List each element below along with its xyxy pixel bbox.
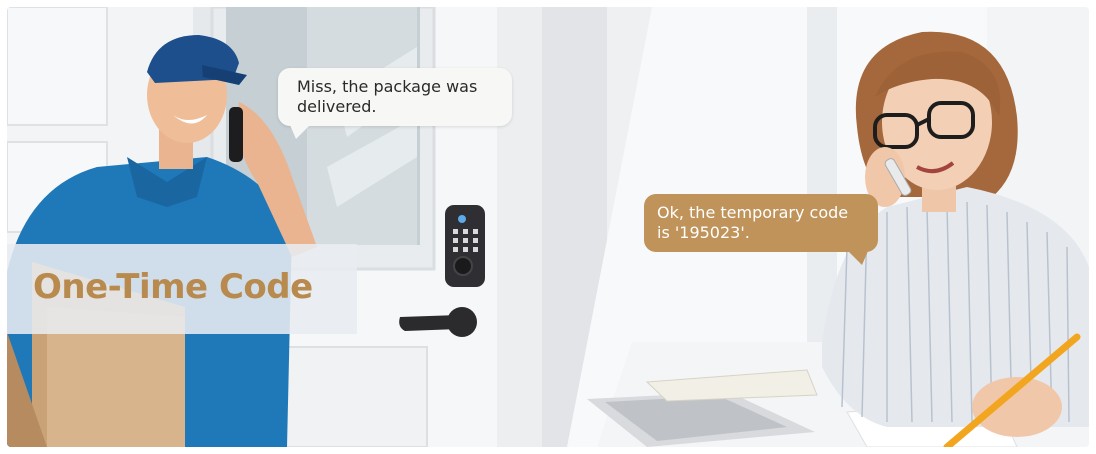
banner-frame: One-Time Code Miss, the package was deli…: [7, 7, 1089, 447]
bubble-tail: [848, 251, 868, 265]
bubble-resident-text: Ok, the temporary code is '195023'.: [657, 203, 849, 242]
speech-bubble-courier: Miss, the package was delivered.: [278, 68, 512, 139]
scene-illustration: [7, 7, 1089, 447]
wall-panel: [7, 7, 108, 126]
bubble-courier-text: Miss, the package was delivered.: [297, 77, 478, 116]
smart-lock: [445, 205, 485, 287]
banner-title: One-Time Code: [33, 267, 313, 307]
bubble-tail: [290, 125, 310, 139]
speech-bubble-resident: Ok, the temporary code is '195023'.: [644, 194, 878, 265]
